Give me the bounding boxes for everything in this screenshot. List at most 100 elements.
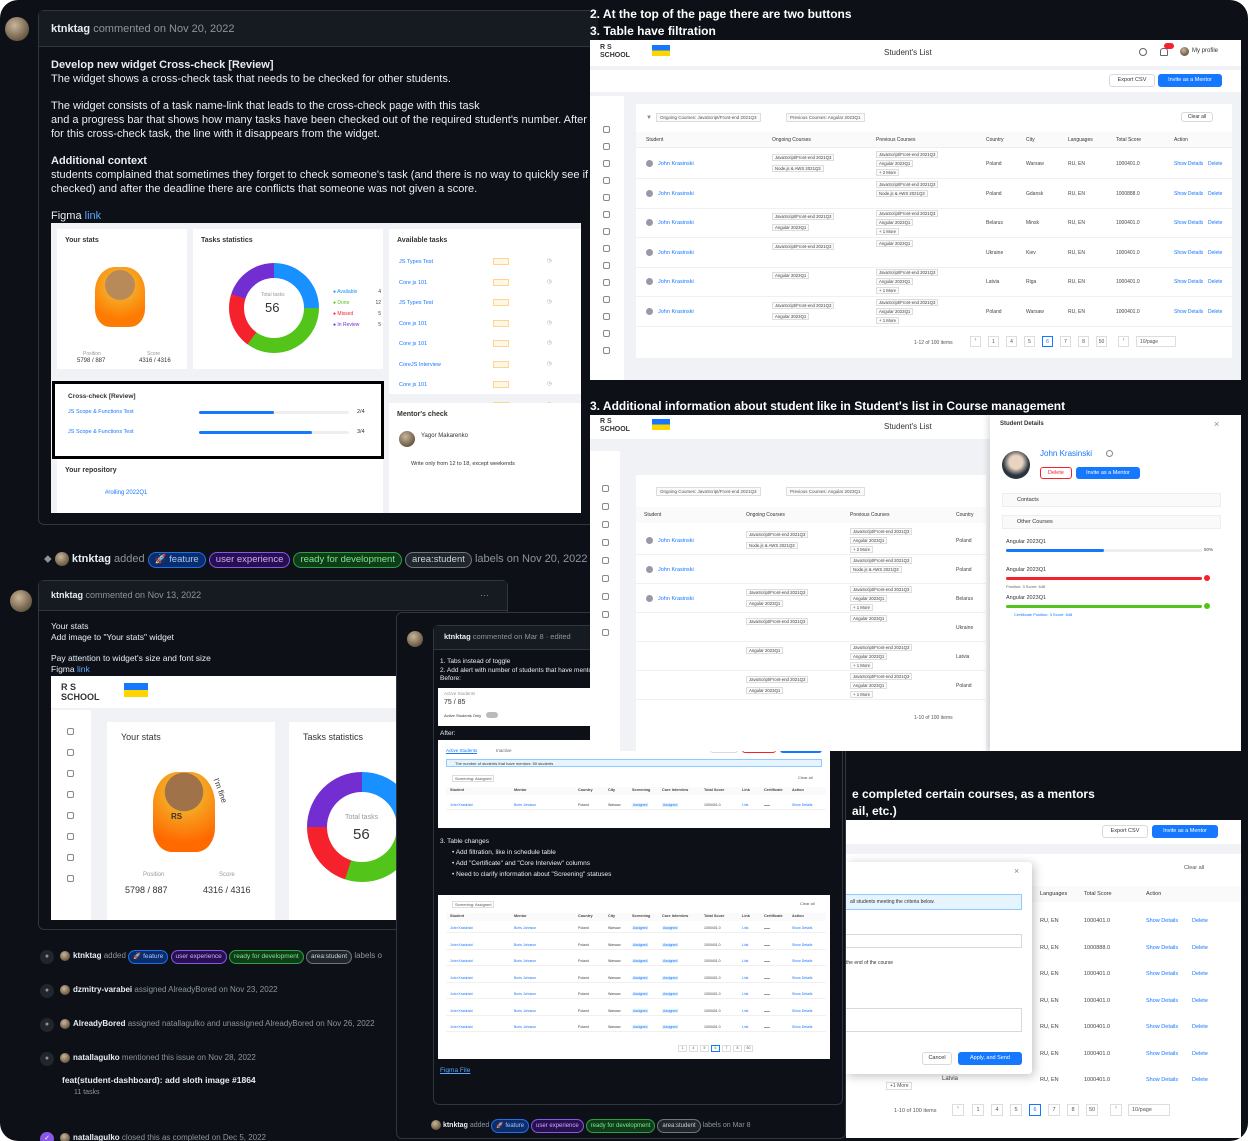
apply-send-button[interactable]: Apply, and Send [958,1052,1022,1065]
event-author[interactable]: ktnktag [72,553,111,565]
nav-icon[interactable] [67,728,74,735]
student-link[interactable]: John Krasinski [658,220,694,226]
close-icon[interactable]: × [1014,866,1019,876]
table-cell[interactable]: Link [742,959,748,963]
nav-icon[interactable] [603,228,610,235]
student-link[interactable]: John Krasinski [450,976,473,980]
bell-icon[interactable] [1160,48,1168,56]
page-button[interactable]: 4 [1006,336,1017,347]
show-details-link[interactable]: Show Details [1174,279,1203,285]
delete-button[interactable]: Delete [1040,467,1072,479]
student-name[interactable]: John Krasinski [1040,449,1092,458]
student-link[interactable]: John Krasinski [658,191,694,197]
nav-icon[interactable] [603,143,610,150]
nav-icon[interactable] [67,770,74,777]
next-page-button[interactable]: › [1110,1104,1122,1116]
figma-file-link[interactable]: Figma File [440,1067,470,1074]
my-profile-link[interactable]: My profile [1192,48,1218,54]
student-link[interactable]: John Krasinski [450,1009,473,1013]
page-button[interactable]: 1 [678,1045,687,1052]
student-link[interactable]: John Krasinski [450,926,473,930]
export-csv-button[interactable]: Export CSV [1102,825,1148,838]
delete-link[interactable]: Delete [1192,998,1208,1004]
comment-author[interactable]: ktnktag [444,632,471,641]
page-button[interactable]: 7 [1060,336,1071,347]
nav-icon[interactable] [67,791,74,798]
label-badge[interactable]: 🚀 feature [147,552,206,568]
page-button[interactable]: 6 [1042,336,1053,347]
page-button[interactable]: 8 [1067,1104,1079,1116]
delete-link[interactable]: Delete [1208,250,1222,256]
label-badge[interactable]: ready for development [229,950,304,964]
comment-author[interactable]: ktnktag [51,590,83,600]
nav-icon[interactable] [67,854,74,861]
filter-icon[interactable]: ▼ [646,115,652,121]
nav-icon[interactable] [603,245,610,252]
table-cell[interactable]: Show Details [792,1009,812,1013]
table-cell[interactable]: Link [742,992,748,996]
student-link[interactable]: John Krasinski [450,992,473,996]
task-link[interactable]: Core js 101 [399,341,427,347]
author-avatar[interactable] [407,631,423,647]
invite-mentor-button[interactable]: Invite as a Mentor [1076,467,1140,479]
nav-icon[interactable] [603,347,610,354]
message-textarea[interactable] [846,1008,1022,1032]
student-link[interactable]: John Krasinski [658,596,694,602]
show-details-link[interactable]: Show Details [1146,1024,1178,1030]
tab-inactive[interactable]: Inactive [496,748,512,753]
profile-avatar[interactable] [1180,47,1189,56]
student-link[interactable]: John Krasinski [658,279,694,285]
show-details-link[interactable]: Show Details [1146,945,1178,951]
help-icon[interactable] [1139,48,1147,56]
show-details-link[interactable]: Show Details [1174,220,1203,226]
table-cell[interactable]: Link [742,926,748,930]
figma-link[interactable]: link [85,210,102,222]
page-button[interactable]: 1 [972,1104,984,1116]
nav-icon[interactable] [602,521,609,528]
criteria-input[interactable] [846,934,1022,948]
tab-active-students[interactable]: Active Students [446,748,478,754]
label-badge[interactable]: 🚀 feature [128,950,169,964]
page-size-select[interactable]: 10/page [1128,1104,1170,1116]
student-link[interactable]: John Krasinski [658,250,694,256]
filter-tag[interactable]: Previous Courses: Angular 2023Q1 [786,113,865,122]
contacts-section[interactable]: Contacts [1002,493,1221,507]
label-badge[interactable]: ready for development [585,1119,656,1133]
page-button[interactable]: 8 [733,1045,742,1052]
page-button[interactable]: 5 [1010,1104,1022,1116]
nav-icon[interactable] [602,629,609,636]
event-author[interactable]: ktnktag [443,1122,468,1129]
table-cell[interactable]: Link [742,803,748,807]
task-link[interactable]: Core js 101 [399,382,427,388]
event-author[interactable]: natallagulko [73,1133,120,1141]
nav-icon[interactable] [603,330,610,337]
nav-icon[interactable] [602,485,609,492]
delete-link[interactable]: Delete [1192,945,1208,951]
label-badge[interactable]: area:student [657,1119,701,1133]
table-cell[interactable]: Show Details [792,976,812,980]
nav-icon[interactable] [603,262,610,269]
table-cell[interactable]: Link [742,976,748,980]
toggle-switch[interactable] [486,712,498,718]
page-button[interactable]: 8 [1078,336,1089,347]
commit-title[interactable]: feat(student-dashboard): add sloth image… [62,1075,256,1085]
filter-tag[interactable]: Previous Courses: Angular 2023Q1 [786,487,865,496]
delete-link[interactable]: Delete [1208,161,1222,167]
nav-icon[interactable] [602,575,609,582]
show-details-link[interactable]: Show Details [1146,918,1178,924]
page-button[interactable]: 50 [744,1045,753,1052]
filter-tag[interactable]: Ongoing Courses: JavaScript/Front-end 20… [656,487,761,496]
event-author[interactable]: ktnktag [73,951,101,960]
table-cell[interactable]: Show Details [792,943,812,947]
show-details-link[interactable]: Show Details [1146,998,1178,1004]
student-link[interactable]: John Krasinski [658,567,694,573]
page-button[interactable]: 50 [1086,1104,1098,1116]
student-link[interactable]: John Krasinski [450,943,473,947]
author-avatar[interactable] [10,590,32,612]
github-icon[interactable] [1106,450,1113,457]
show-details-link[interactable]: Show Details [1174,309,1203,315]
student-link[interactable]: John Krasinski [658,309,694,315]
page-button[interactable]: 4 [689,1045,698,1052]
nav-icon[interactable] [67,749,74,756]
show-details-link[interactable]: Show Details [1174,191,1203,197]
